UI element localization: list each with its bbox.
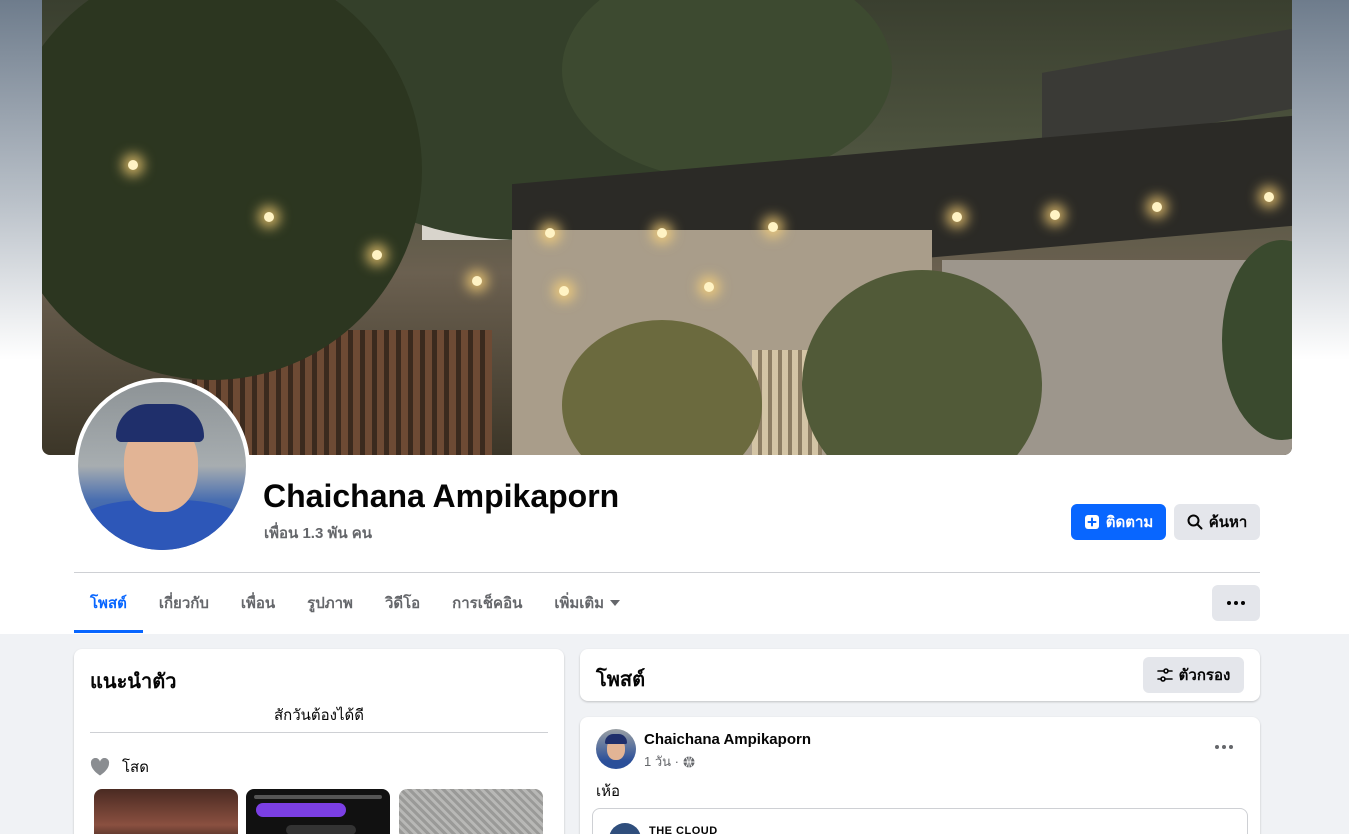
string-light xyxy=(472,276,482,286)
post-author-name[interactable]: Chaichana Ampikaporn xyxy=(644,731,811,748)
post-timestamp[interactable]: 1 วัน · xyxy=(644,751,679,772)
string-light xyxy=(657,228,667,238)
heart-icon xyxy=(90,758,110,776)
tab-more[interactable]: เพิ่มเติม xyxy=(538,573,636,633)
more-options-button[interactable] xyxy=(1212,585,1260,621)
string-light xyxy=(128,160,138,170)
post-meta: 1 วัน · xyxy=(644,751,695,772)
tab-videos[interactable]: วิดีโอ xyxy=(369,573,436,633)
intro-divider xyxy=(90,732,548,733)
relationship-status: โสด xyxy=(90,755,149,779)
shared-post-avatar xyxy=(609,823,641,834)
search-button-label: ค้นหา xyxy=(1208,514,1248,531)
post-text: เห้อ xyxy=(596,783,621,800)
string-light xyxy=(704,282,714,292)
tab-about[interactable]: เกี่ยวกับ xyxy=(143,573,225,633)
intro-title: แนะนำตัว xyxy=(90,671,177,693)
profile-tabs: โพสต์ เกี่ยวกับ เพื่อน รูปภาพ วิดีโอ การ… xyxy=(74,573,636,633)
tab-posts[interactable]: โพสต์ xyxy=(74,573,143,633)
intro-bio: สักวันต้องได้ดี xyxy=(273,707,364,724)
follow-plus-icon xyxy=(1084,514,1100,530)
shared-post-page-name[interactable]: THE CLOUD xyxy=(649,825,718,834)
featured-photo[interactable] xyxy=(246,789,390,834)
relationship-label: โสด xyxy=(122,759,149,776)
intro-card: แนะนำตัว สักวันต้องได้ดี โสด xyxy=(74,649,564,834)
search-button[interactable]: ค้นหา xyxy=(1174,504,1260,540)
filter-sliders-icon xyxy=(1156,668,1173,682)
tab-photos[interactable]: รูปภาพ xyxy=(291,573,369,633)
string-light xyxy=(1152,202,1162,212)
search-icon xyxy=(1187,514,1203,530)
string-light xyxy=(545,228,555,238)
post-author-avatar[interactable] xyxy=(596,729,636,769)
string-light xyxy=(768,222,778,232)
caret-down-icon xyxy=(610,600,621,606)
profile-picture[interactable] xyxy=(74,378,250,554)
globe-icon xyxy=(683,756,695,768)
string-light xyxy=(372,250,382,260)
follow-button[interactable]: ติดตาม xyxy=(1071,504,1166,540)
string-light xyxy=(264,212,274,222)
posts-title: โพสต์ xyxy=(596,669,646,691)
string-light xyxy=(1264,192,1274,202)
string-light xyxy=(1050,210,1060,220)
string-light xyxy=(952,212,962,222)
more-dots-icon xyxy=(1227,601,1231,605)
profile-picture-image xyxy=(78,382,246,550)
profile-name: Chaichana Ampikaporn xyxy=(263,478,620,514)
cover-photo[interactable] xyxy=(42,0,1292,455)
cover-tree xyxy=(42,0,422,380)
featured-photo[interactable] xyxy=(399,789,543,834)
filter-button-label: ตัวกรอง xyxy=(1178,667,1231,684)
posts-header-card: โพสต์ ตัวกรอง xyxy=(580,649,1260,701)
featured-photo[interactable] xyxy=(94,789,238,834)
post-more-icon[interactable] xyxy=(1206,739,1242,755)
tab-friends[interactable]: เพื่อน xyxy=(225,573,291,633)
shared-post[interactable]: THE CLOUD xyxy=(592,808,1248,834)
post-card: Chaichana Ampikaporn 1 วัน · เห้อ THE CL… xyxy=(580,717,1260,834)
filter-button[interactable]: ตัวกรอง xyxy=(1143,657,1244,693)
friends-count-link[interactable]: เพื่อน 1.3 พัน คน xyxy=(264,521,372,545)
string-light xyxy=(559,286,569,296)
tab-checkins[interactable]: การเช็คอิน xyxy=(436,573,538,633)
follow-button-label: ติดตาม xyxy=(1105,514,1154,531)
